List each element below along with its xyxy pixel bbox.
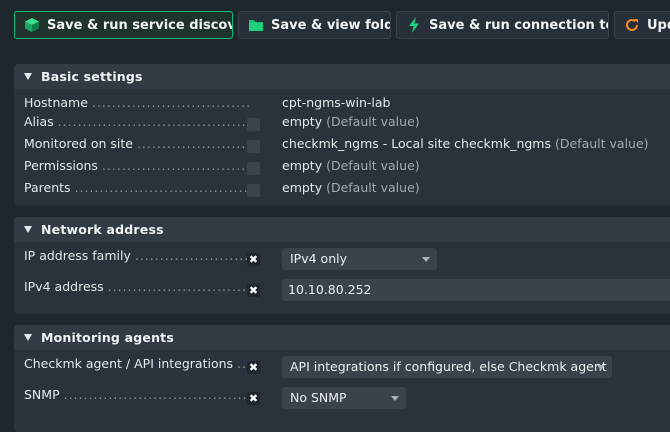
basic-settings-section: Basic settings Hostname ................… — [14, 64, 670, 206]
refresh-icon — [624, 17, 640, 33]
save-run-connection-tests-label: Save & run connection tests — [429, 17, 608, 33]
alias-checkbox[interactable] — [247, 118, 260, 131]
ip-family-label: IP address family ......................… — [24, 248, 250, 263]
lightning-icon — [406, 17, 422, 33]
network-address-header[interactable]: Network address — [14, 217, 670, 242]
permissions-label: Permissions ............................… — [24, 158, 250, 173]
monitoring-agents-section: Monitoring agents Checkmk agent / API in… — [14, 325, 670, 432]
snmp-checkbox[interactable]: ✖ — [247, 392, 260, 405]
save-run-discovery-label: Save & run service discovery — [47, 17, 232, 33]
update-button[interactable]: Upda — [614, 11, 670, 39]
toolbar: Save & run service discovery Save & view… — [0, 0, 670, 52]
parents-checkbox[interactable] — [247, 184, 260, 197]
collapse-triangle-icon — [24, 226, 32, 233]
ip-family-select[interactable]: IPv4 only — [282, 248, 437, 270]
basic-settings-title: Basic settings — [41, 69, 143, 84]
permissions-checkbox[interactable] — [247, 162, 260, 175]
monitoring-agents-title: Monitoring agents — [41, 330, 174, 345]
parents-label: Parents ................................… — [24, 180, 250, 195]
update-label: Upda — [647, 17, 670, 33]
ipv4-checkbox[interactable]: ✖ — [247, 284, 260, 297]
collapse-triangle-icon — [24, 73, 32, 80]
checkmk-agent-checkbox[interactable]: ✖ — [247, 361, 260, 374]
ip-family-checkbox[interactable]: ✖ — [247, 253, 260, 266]
basic-settings-header[interactable]: Basic settings — [14, 64, 670, 89]
ipv4-input-value: 10.10.80.252 — [288, 282, 372, 297]
chevron-down-icon — [391, 396, 399, 401]
parents-row: Parents ................................… — [14, 180, 670, 200]
chevron-down-icon — [422, 257, 430, 262]
alias-value: empty (Default value) — [282, 114, 420, 129]
hostname-value: cpt-ngms-win-lab — [282, 95, 391, 110]
discovery-cube-icon — [24, 17, 40, 33]
checkmk-agent-select[interactable]: API integrations if configured, else Che… — [282, 356, 612, 378]
chevron-down-icon — [597, 365, 605, 370]
save-run-discovery-button[interactable]: Save & run service discovery — [14, 11, 233, 39]
save-run-connection-tests-button[interactable]: Save & run connection tests — [396, 11, 609, 39]
checkmk-agent-selected: API integrations if configured, else Che… — [290, 359, 607, 374]
network-address-section: Network address IP address family ......… — [14, 217, 670, 314]
site-label: Monitored on site ......................… — [24, 136, 250, 151]
ip-family-selected: IPv4 only — [290, 251, 347, 266]
monitoring-agents-header[interactable]: Monitoring agents — [14, 325, 670, 350]
alias-row: Alias ..................................… — [14, 114, 670, 134]
snmp-selected: No SNMP — [290, 390, 347, 405]
collapse-triangle-icon — [24, 334, 32, 341]
checkmk-agent-label: Checkmk agent / API integrations .......… — [24, 356, 250, 371]
ipv4-label: IPv4 address ...........................… — [24, 279, 250, 294]
site-row: Monitored on site ......................… — [14, 136, 670, 156]
site-value: checkmk_ngms - Local site checkmk_ngms (… — [282, 136, 649, 151]
site-checkbox[interactable] — [247, 140, 260, 153]
ip-family-row: IP address family ......................… — [14, 248, 670, 270]
ipv4-input[interactable]: 10.10.80.252 — [282, 279, 670, 301]
hostname-label: Hostname ...............................… — [24, 95, 250, 110]
snmp-label: SNMP ...................................… — [24, 387, 250, 402]
alias-label: Alias ..................................… — [24, 114, 250, 129]
permissions-row: Permissions ............................… — [14, 158, 670, 178]
save-view-folder-button[interactable]: Save & view folder — [238, 11, 391, 39]
parents-value: empty (Default value) — [282, 180, 420, 195]
snmp-row: SNMP ...................................… — [14, 387, 670, 409]
checkmk-agent-row: Checkmk agent / API integrations .......… — [14, 356, 670, 378]
save-view-folder-label: Save & view folder — [271, 17, 390, 33]
hostname-row: Hostname ...............................… — [14, 95, 670, 115]
folder-icon — [248, 17, 264, 33]
snmp-select[interactable]: No SNMP — [282, 387, 406, 409]
ipv4-row: IPv4 address ...........................… — [14, 279, 670, 301]
network-address-title: Network address — [41, 222, 164, 237]
permissions-value: empty (Default value) — [282, 158, 420, 173]
